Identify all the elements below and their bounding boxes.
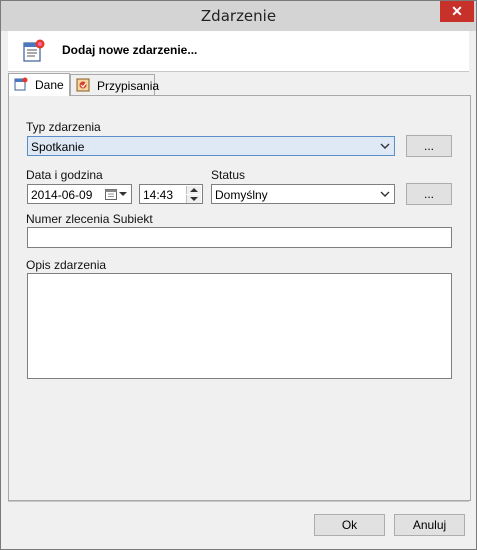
time-stepper[interactable]: 14:43 — [139, 184, 203, 204]
date-picker[interactable]: 2014-06-09 — [27, 184, 132, 204]
description-label: Opis zdarzenia — [26, 258, 107, 272]
event-calendar-icon — [23, 39, 45, 62]
datetime-label: Data i godzina — [26, 168, 103, 182]
status-label: Status — [211, 168, 246, 182]
tab-label: Dane — [35, 78, 64, 92]
chevron-down-icon — [380, 143, 390, 149]
event-type-label: Typ zdarzenia — [26, 120, 101, 134]
assignment-icon — [76, 78, 90, 92]
order-number-input[interactable] — [27, 227, 452, 248]
status-select[interactable]: Domyślny — [211, 184, 395, 204]
window-title: Zdarzenie — [200, 7, 277, 25]
tab-panel-dane: Typ zdarzenia Spotkanie ... Data i godzi… — [8, 95, 471, 501]
tab-dane[interactable]: Dane — [8, 73, 70, 96]
order-number-label: Numer zlecenia Subiekt — [26, 212, 153, 226]
chevron-down-icon — [119, 192, 127, 196]
tab-przypisania[interactable]: Przypisania — [70, 74, 159, 96]
status-browse-button[interactable]: ... — [406, 183, 452, 205]
description-textarea[interactable] — [27, 273, 452, 379]
spin-up-button[interactable] — [186, 186, 201, 194]
close-icon: ✕ — [451, 3, 463, 19]
chevron-up-icon — [190, 188, 198, 192]
event-type-browse-button[interactable]: ... — [406, 135, 452, 157]
date-value: 2014-06-09 — [31, 188, 93, 202]
header-title: Dodaj nowe zdarzenie... — [62, 43, 198, 57]
status-value: Domyślny — [215, 188, 268, 202]
event-type-value: Spotkanie — [31, 140, 85, 154]
close-button[interactable]: ✕ — [440, 1, 474, 22]
cancel-button[interactable]: Anuluj — [394, 514, 465, 536]
title-bar[interactable]: Zdarzenie ✕ — [1, 1, 476, 31]
calendar-icon — [105, 189, 117, 200]
tab-label: Przypisania — [97, 79, 160, 93]
dialog-window: Zdarzenie ✕ Dodaj nowe zdarzenie... Dane — [0, 0, 477, 550]
time-value: 14:43 — [143, 188, 174, 202]
ok-button[interactable]: Ok — [314, 514, 385, 536]
chevron-down-icon — [380, 191, 390, 197]
dialog-header: Dodaj nowe zdarzenie... — [8, 31, 469, 72]
chevron-down-icon — [190, 197, 198, 201]
spin-down-button[interactable] — [186, 195, 201, 203]
dialog-footer: Ok Anuluj — [8, 501, 469, 549]
document-icon — [14, 77, 28, 91]
event-type-select[interactable]: Spotkanie — [27, 136, 395, 156]
